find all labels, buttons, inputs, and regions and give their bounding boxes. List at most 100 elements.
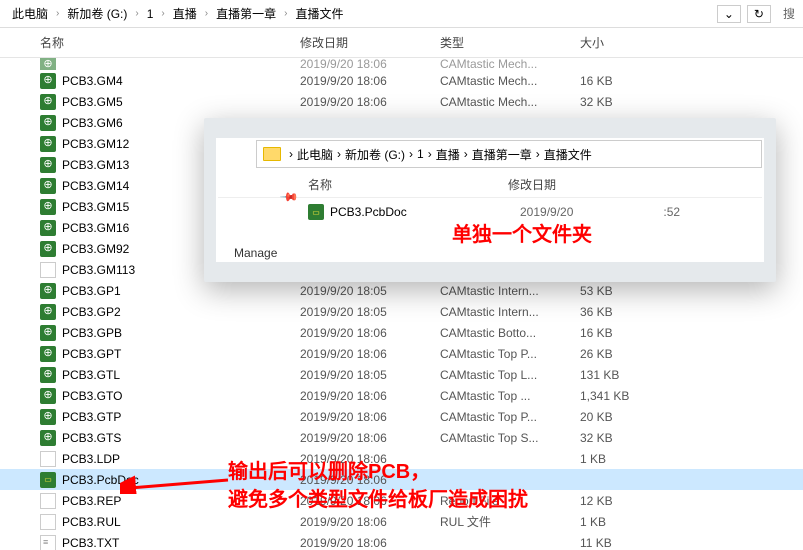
file-date: 2019/9/20 18:05 [300,305,440,319]
file-type: CAMtastic Top S... [440,431,580,445]
col-type[interactable]: 类型 [440,34,580,51]
file-name: PCB3.GTL [62,368,300,382]
blank-icon [40,514,56,530]
pcb-icon [308,204,324,220]
file-size: 36 KB [580,305,660,319]
file-size: 12 KB [580,494,660,508]
file-size: 11 KB [580,536,660,550]
file-size: 1 KB [580,452,660,466]
table-row[interactable]: PCB3.GTO2019/9/20 18:06CAMtastic Top ...… [0,385,803,406]
cam-icon [40,178,56,194]
file-name: PCB3.GM5 [62,95,300,109]
popup-crumb[interactable]: 直播文件 [544,146,592,163]
cam-icon [40,283,56,299]
crumb-ch1[interactable]: 直播第一章 [212,3,280,24]
file-name: PCB3.GTO [62,389,300,403]
table-row[interactable]: PCB3.GP12019/9/20 18:05CAMtastic Intern.… [0,280,803,301]
popup-crumb[interactable]: 新加卷 (G:) [345,146,405,163]
file-size: 1 KB [580,515,660,529]
column-headers: 名称 修改日期 类型 大小 [0,28,803,58]
crumb-live[interactable]: 直播 [169,3,201,24]
search-hint[interactable]: 搜 [783,5,795,22]
col-size[interactable]: 大小 [580,34,660,51]
crumb-files[interactable]: 直播文件 [291,3,347,24]
crumb-1[interactable]: 1 [143,5,158,23]
file-date: 2019/9/20 18:06 [300,326,440,340]
file-size: 53 KB [580,284,660,298]
table-row[interactable]: PCB3.GM52019/9/20 18:06CAMtastic Mech...… [0,91,803,112]
popup-window: › 此电脑 › 新加卷 (G:) › 1 › 直播 › 直播第一章 › 直播文件… [204,118,776,282]
chevron-right-icon: › [135,8,138,19]
popup-crumb[interactable]: 直播 [436,146,460,163]
file-date: 2019/9/20 18:05 [300,284,440,298]
refresh-button[interactable]: ↻ [747,5,771,23]
cam-icon [40,430,56,446]
file-size: 26 KB [580,347,660,361]
chevron-right-icon: › [161,8,164,19]
cam-icon [40,409,56,425]
cam-icon [40,304,56,320]
table-row[interactable]: PCB3.GP22019/9/20 18:05CAMtastic Intern.… [0,301,803,322]
cam-icon [40,325,56,341]
file-type: CAMtastic Intern... [440,284,580,298]
cam-icon [40,367,56,383]
popup-breadcrumb[interactable]: › 此电脑 › 新加卷 (G:) › 1 › 直播 › 直播第一章 › 直播文件 [256,140,762,168]
popup-crumb[interactable]: 此电脑 [297,146,333,163]
file-name: PCB3.GPT [62,347,300,361]
popup-col-name[interactable]: 名称 [308,176,508,193]
chevron-right-icon: › [289,147,293,161]
arrow-icon [120,454,230,494]
crumb-drive[interactable]: 新加卷 (G:) [63,3,131,24]
file-size: 16 KB [580,326,660,340]
txt-icon [40,535,56,550]
table-row[interactable]: PCB3.GPB2019/9/20 18:06CAMtastic Botto..… [0,322,803,343]
file-name: PCB3.GM4 [62,74,300,88]
table-row[interactable]: PCB3.GPT2019/9/20 18:06CAMtastic Top P..… [0,343,803,364]
file-date: 2019/9/20 18:06 [300,515,440,529]
file-type: CAMtastic Mech... [440,95,580,109]
file-type: CAMtastic Top P... [440,347,580,361]
file-date: 2019/9/20 18:06 [300,95,440,109]
popup-crumb[interactable]: 直播第一章 [472,146,532,163]
file-size: 20 KB [580,410,660,424]
history-dropdown[interactable]: ⌄ [717,5,741,23]
blank-icon [40,262,56,278]
table-row[interactable]: PCB3.TXT2019/9/20 18:0611 KB [0,532,803,550]
file-type: CAMtastic Mech... [440,74,580,88]
breadcrumb[interactable]: 此电脑 › 新加卷 (G:) › 1 › 直播 › 直播第一章 › 直播文件 ⌄… [0,0,803,28]
popup-file-name: PCB3.PcbDoc [330,205,520,219]
annotation-delete-pcb: 输出后可以删除PCB， 避免多个类型文件给板厂造成困扰 [228,458,528,514]
table-row[interactable]: PCB3.RUL2019/9/20 18:06RUL 文件1 KB [0,511,803,532]
cam-icon [40,346,56,362]
annotation-single-folder: 单独一个文件夹 [452,218,592,247]
table-row[interactable]: PCB3.GM42019/9/20 18:06CAMtastic Mech...… [0,70,803,91]
blank-icon [40,451,56,467]
file-size: 32 KB [580,95,660,109]
table-row[interactable]: PCB3.GTS2019/9/20 18:06CAMtastic Top S..… [0,427,803,448]
crumb-pc[interactable]: 此电脑 [8,3,52,24]
col-date[interactable]: 修改日期 [300,34,440,51]
file-type: CAMtastic Top ... [440,389,580,403]
table-row[interactable]: PCB3.GTL2019/9/20 18:05CAMtastic Top L..… [0,364,803,385]
chevron-right-icon: › [284,8,287,19]
chevron-right-icon: › [56,8,59,19]
file-date: 2019/9/20 18:06 [300,347,440,361]
file-date: 2019/9/20 18:06 [300,431,440,445]
file-name: PCB3.RUL [62,515,300,529]
cam-icon [40,220,56,236]
cam-icon [40,199,56,215]
file-size: 32 KB [580,431,660,445]
file-date: 2019/9/20 18:06 [300,410,440,424]
table-row[interactable]: 2019/9/20 18:06 CAMtastic Mech... [0,58,803,70]
cam-icon [40,73,56,89]
table-row[interactable]: PCB3.GTP2019/9/20 18:06CAMtastic Top P..… [0,406,803,427]
cam-icon [40,115,56,131]
col-name[interactable]: 名称 [40,34,300,51]
file-type: CAMtastic Intern... [440,305,580,319]
popup-col-date[interactable]: 修改日期 [508,176,556,193]
file-date: 2019/9/20 18:05 [300,368,440,382]
file-date: 2019/9/20 18:06 [300,389,440,403]
popup-crumb[interactable]: 1 [417,147,424,161]
file-type: CAMtastic Top L... [440,368,580,382]
folder-icon [263,147,281,161]
